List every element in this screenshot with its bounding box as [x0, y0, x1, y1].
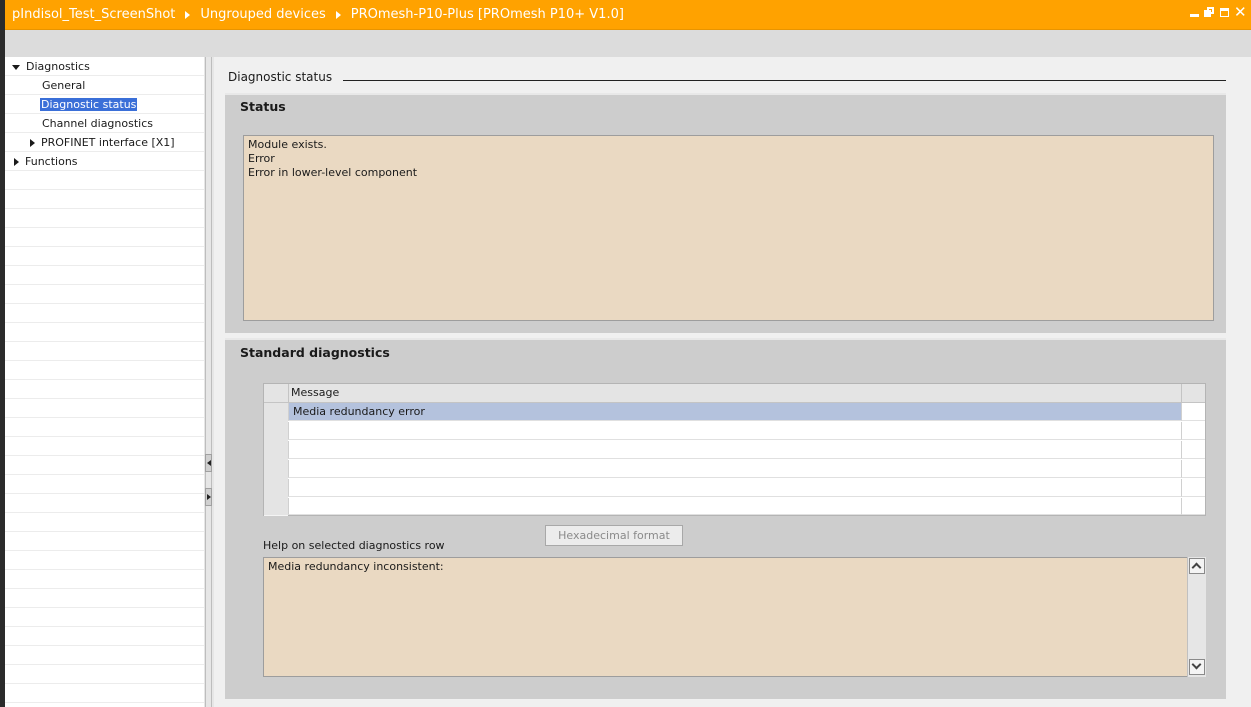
- collapse-left-button[interactable]: [205, 454, 212, 472]
- status-line: Error in lower-level component: [248, 166, 418, 179]
- status-line: Error: [248, 152, 275, 165]
- breadcrumb-separator-icon: [335, 10, 341, 19]
- help-label: Help on selected diagnostics row: [263, 539, 445, 552]
- tree-item-label: Channel diagnostics: [42, 117, 153, 130]
- collapsed-arrow-icon[interactable]: [30, 139, 35, 147]
- tree-item-label: Functions: [25, 155, 78, 168]
- splitter-line: [211, 57, 212, 707]
- tree-item-label-selected: Diagnostic status: [40, 98, 138, 111]
- table-row[interactable]: [288, 422, 1181, 440]
- help-scrollbar[interactable]: [1187, 557, 1206, 677]
- tree-item-label: PROFINET interface [X1]: [41, 136, 175, 149]
- chevron-up-icon: [1191, 562, 1202, 573]
- expand-right-button[interactable]: [205, 488, 212, 506]
- table-row[interactable]: [288, 498, 1181, 515]
- splitter-line: [205, 57, 206, 707]
- table-corner: [264, 384, 289, 402]
- maximize-icon[interactable]: [1219, 7, 1230, 18]
- arrow-left-icon: [207, 460, 211, 466]
- row-header[interactable]: [264, 460, 288, 480]
- row-header[interactable]: [264, 403, 288, 423]
- help-textbox[interactable]: Media redundancy inconsistent:: [263, 557, 1206, 677]
- section-title: Diagnostic status: [228, 70, 333, 84]
- table-row-selected[interactable]: Media redundancy error: [288, 403, 1181, 421]
- breadcrumb-separator-icon: [185, 10, 191, 19]
- collapsed-arrow-icon[interactable]: [14, 158, 19, 166]
- hexadecimal-format-button[interactable]: Hexadecimal format: [545, 525, 683, 546]
- row-header[interactable]: [264, 479, 288, 499]
- arrow-right-icon: [207, 494, 211, 500]
- table-cell-extra: [1181, 441, 1205, 459]
- table-cell-extra: [1181, 498, 1205, 515]
- status-line: Module exists.: [248, 138, 327, 151]
- row-header[interactable]: [264, 498, 288, 516]
- column-header-extra: [1181, 384, 1206, 402]
- diagnostics-table: Message Media redundancy error: [263, 383, 1206, 516]
- table-row[interactable]: [288, 441, 1181, 459]
- scroll-down-button[interactable]: [1189, 659, 1205, 675]
- tree-item-channel-diagnostics[interactable]: Channel diagnostics: [42, 114, 153, 133]
- row-header[interactable]: [264, 441, 288, 461]
- scroll-up-button[interactable]: [1189, 558, 1205, 574]
- table-header: Message: [264, 384, 1205, 403]
- expanded-arrow-icon[interactable]: [12, 64, 20, 70]
- section-divider: [343, 80, 1226, 81]
- chevron-down-icon: [1191, 659, 1202, 670]
- breadcrumb-ungrouped-devices[interactable]: Ungrouped devices: [200, 7, 325, 22]
- status-group-title: Status: [240, 99, 286, 114]
- tree-item-profinet-interface[interactable]: PROFINET interface [X1]: [30, 133, 175, 152]
- restore-icon[interactable]: [1204, 7, 1215, 18]
- tree-item-label: General: [42, 79, 86, 92]
- close-icon[interactable]: ✕: [1234, 5, 1247, 20]
- standard-diagnostics-title: Standard diagnostics: [240, 345, 390, 360]
- tree-item-label: Diagnostics: [26, 60, 90, 73]
- help-text: Media redundancy inconsistent:: [268, 560, 444, 573]
- table-cell-extra: [1181, 422, 1205, 440]
- tree-item-functions[interactable]: Functions: [14, 152, 78, 171]
- breadcrumb-device[interactable]: PROmesh-P10-Plus [PROmesh P10+ V1.0]: [351, 7, 624, 22]
- row-header[interactable]: [264, 422, 288, 442]
- status-textbox[interactable]: Module exists. Error Error in lower-leve…: [243, 135, 1214, 321]
- title-bar: pIndisol_Test_ScreenShot Ungrouped devic…: [5, 0, 1251, 30]
- tree-item-diagnostics[interactable]: Diagnostics: [12, 57, 90, 76]
- toolbar: [5, 30, 1251, 58]
- tree-item-general[interactable]: General: [42, 76, 85, 95]
- minimize-icon[interactable]: [1189, 7, 1200, 18]
- table-cell-extra: [1181, 479, 1205, 497]
- window-controls: ✕: [1189, 5, 1247, 20]
- breadcrumb-project[interactable]: pIndisol_Test_ScreenShot: [12, 7, 175, 22]
- column-header-message[interactable]: Message: [291, 384, 339, 402]
- table-row[interactable]: [288, 460, 1181, 478]
- tree-item-diagnostic-status[interactable]: Diagnostic status: [40, 95, 138, 114]
- table-cell-extra: [1181, 403, 1205, 421]
- table-cell-extra: [1181, 460, 1205, 478]
- table-row[interactable]: [288, 479, 1181, 497]
